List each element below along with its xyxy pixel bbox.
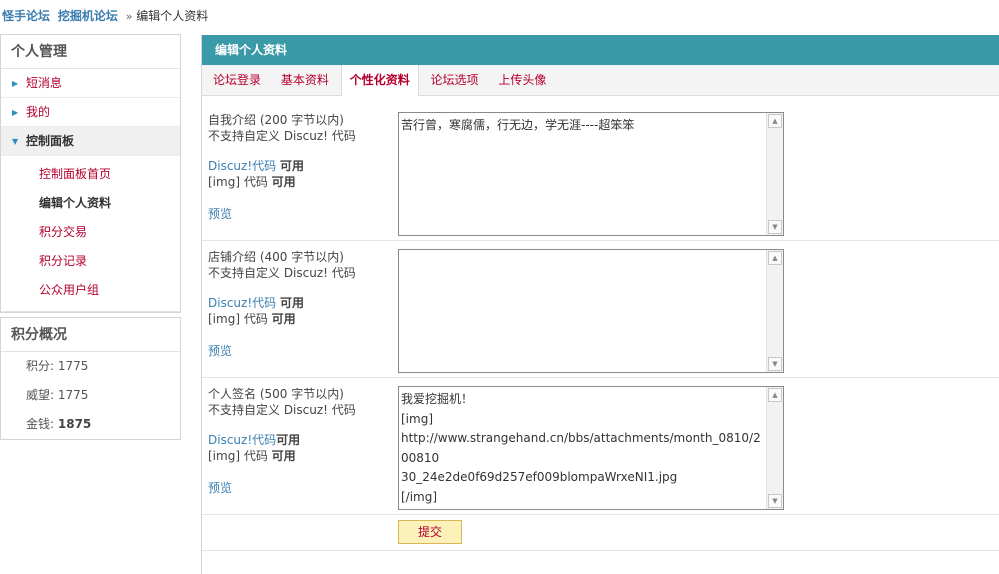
scroll-down-icon[interactable]: ▼ (768, 357, 782, 371)
code-status-line: Discuz!代码 可用 (208, 295, 388, 311)
text-line: 30_24e2de0f69d257ef009blompaWrxeNI1.jpg (401, 470, 678, 484)
code-status: 可用 (279, 296, 304, 310)
code-status: 可用 (271, 312, 296, 326)
breadcrumb: 怪手论坛 挖掘机论坛 » 编辑个人资料 (2, 7, 208, 24)
text-line: [img] (401, 411, 434, 426)
submit-row: 提交 (202, 515, 999, 551)
field-label-group: 个人签名 (500 字节以内) 不支持自定义 Discuz! 代码 Discuz… (208, 386, 388, 496)
main-panel: 编辑个人资料 论坛登录 基本资料 个性化资料 论坛选项 上传头像 自我介绍 (2… (201, 35, 999, 574)
sidebar-item-label: 控制面板 (26, 134, 75, 148)
personal-management-box: 个人管理 ▶ 短消息 ▶ 我的 ▼ 控制面板 控制面板首页 编辑个人资料 积分交… (0, 34, 181, 313)
text-line: [/img] (401, 489, 438, 504)
img-code-line: [img] 代码 可用 (208, 448, 388, 464)
scrollbar[interactable]: ▲ ▼ (766, 250, 783, 372)
score-value: 1775 (57, 388, 89, 402)
img-code-line: [img] 代码 可用 (208, 174, 388, 190)
bio-textarea[interactable]: 苦行曾，寒腐儒，行无边，学无涯----超笨笨 ▲ ▼ (398, 112, 784, 236)
signature-textarea[interactable]: 我爱挖掘机！ [img] http://www.strangehand.cn/b… (398, 386, 784, 510)
sidebar: 个人管理 ▶ 短消息 ▶ 我的 ▼ 控制面板 控制面板首页 编辑个人资料 积分交… (0, 34, 181, 440)
field-label-group: 店铺介绍 (400 字节以内) 不支持自定义 Discuz! 代码 Discuz… (208, 249, 388, 359)
tab-bar: 论坛登录 基本资料 个性化资料 论坛选项 上传头像 (202, 65, 999, 96)
score-row-prestige: 威望: 1775 (1, 381, 180, 410)
submenu-item-public-groups[interactable]: 公众用户组 (1, 276, 180, 305)
breadcrumb-current: 编辑个人资料 (136, 9, 209, 23)
submenu-item-edit-profile[interactable]: 编辑个人资料 (1, 189, 180, 218)
breadcrumb-link-forum[interactable]: 怪手论坛 (2, 9, 50, 23)
score-value: 1775 (57, 359, 89, 373)
field-label: 个人签名 (500 字节以内) (208, 387, 344, 401)
scroll-down-icon[interactable]: ▼ (768, 494, 782, 508)
breadcrumb-link-excavator[interactable]: 挖掘机论坛 (58, 9, 118, 23)
img-code-label: [img] 代码 (208, 312, 268, 326)
panel-title: 编辑个人资料 (202, 35, 999, 65)
shop-intro-textarea[interactable]: ▲ ▼ (398, 249, 784, 373)
control-panel-submenu: 控制面板首页 编辑个人资料 积分交易 积分记录 公众用户组 (1, 156, 180, 312)
textarea-content: 苦行曾，寒腐儒，行无边，学无涯----超笨笨 (401, 116, 763, 136)
img-code-label: [img] 代码 (208, 449, 268, 463)
scrollbar[interactable]: ▲ ▼ (766, 113, 783, 235)
field-note: 不支持自定义 Discuz! 代码 (208, 403, 356, 417)
preview-link[interactable]: 预览 (208, 343, 388, 359)
submenu-item-credit-trade[interactable]: 积分交易 (1, 218, 180, 247)
field-row-bio: 自我介绍 (200 字节以内) 不支持自定义 Discuz! 代码 Discuz… (202, 104, 999, 241)
tab-basic-info[interactable]: 基本资料 (273, 65, 337, 95)
discuz-code-link[interactable]: Discuz!代码 (208, 296, 276, 310)
score-label: 威望: (26, 388, 55, 402)
tab-forum-options[interactable]: 论坛选项 (423, 65, 487, 95)
score-value: 1875 (57, 417, 92, 431)
scrollbar[interactable]: ▲ ▼ (766, 387, 783, 509)
sidebar-item-label: 短消息 (26, 76, 63, 90)
score-row-money: 金钱: 1875 (1, 410, 180, 439)
img-code-line: [img] 代码 可用 (208, 311, 388, 327)
scroll-down-icon[interactable]: ▼ (768, 220, 782, 234)
tab-forum-login[interactable]: 论坛登录 (205, 65, 269, 95)
preview-link[interactable]: 预览 (208, 206, 388, 222)
text-line: http://www.strangehand.cn/bbs/attachment… (401, 431, 761, 465)
submenu-item-credit-log[interactable]: 积分记录 (1, 247, 180, 276)
textarea-content: 我爱挖掘机！ [img] http://www.strangehand.cn/b… (401, 390, 763, 507)
code-status: 可用 (276, 433, 301, 447)
discuz-code-link[interactable]: Discuz!代码 (208, 159, 276, 173)
submenu-item-cp-home[interactable]: 控制面板首页 (1, 160, 180, 189)
field-row-shop-intro: 店铺介绍 (400 字节以内) 不支持自定义 Discuz! 代码 Discuz… (202, 241, 999, 378)
scroll-up-icon[interactable]: ▲ (768, 251, 782, 265)
field-note: 不支持自定义 Discuz! 代码 (208, 129, 356, 143)
score-title: 积分概况 (1, 318, 180, 352)
sidebar-title: 个人管理 (1, 35, 180, 69)
field-label: 店铺介绍 (400 字节以内) (208, 250, 344, 264)
field-note: 不支持自定义 Discuz! 代码 (208, 266, 356, 280)
sidebar-item-messages[interactable]: ▶ 短消息 (1, 69, 180, 98)
submit-button[interactable]: 提交 (398, 520, 462, 544)
preview-link[interactable]: 预览 (208, 480, 388, 496)
triangle-down-icon: ▼ (12, 137, 19, 146)
score-overview-box: 积分概况 积分: 1775 威望: 1775 金钱: 1875 (0, 317, 181, 440)
score-label: 积分: (26, 359, 55, 373)
code-status: 可用 (271, 175, 296, 189)
sidebar-item-mine[interactable]: ▶ 我的 (1, 98, 180, 127)
score-label: 金钱: (26, 417, 55, 431)
field-label-group: 自我介绍 (200 字节以内) 不支持自定义 Discuz! 代码 Discuz… (208, 112, 388, 222)
triangle-right-icon: ▶ (12, 108, 19, 117)
field-row-signature: 个人签名 (500 字节以内) 不支持自定义 Discuz! 代码 Discuz… (202, 378, 999, 515)
tab-upload-avatar[interactable]: 上传头像 (490, 65, 554, 95)
discuz-code-link[interactable]: Discuz!代码 (208, 433, 276, 447)
code-status-line: Discuz!代码 可用 (208, 158, 388, 174)
code-status: 可用 (279, 159, 304, 173)
scroll-up-icon[interactable]: ▲ (768, 114, 782, 128)
field-label: 自我介绍 (200 字节以内) (208, 113, 344, 127)
score-row-credits: 积分: 1775 (1, 352, 180, 381)
sidebar-item-label: 我的 (26, 105, 51, 119)
scroll-up-icon[interactable]: ▲ (768, 388, 782, 402)
code-status: 可用 (271, 449, 296, 463)
img-code-label: [img] 代码 (208, 175, 268, 189)
tab-personalized-info[interactable]: 个性化资料 (340, 65, 419, 96)
text-line: 我爱挖掘机！ (401, 392, 474, 406)
sidebar-item-control-panel[interactable]: ▼ 控制面板 (1, 127, 180, 156)
breadcrumb-separator: » (125, 10, 133, 23)
text-line: 苦行曾，寒腐儒，行无边，学无涯----超笨笨 (401, 118, 635, 132)
triangle-right-icon: ▶ (12, 79, 19, 88)
code-status-line: Discuz!代码可用 (208, 432, 388, 448)
